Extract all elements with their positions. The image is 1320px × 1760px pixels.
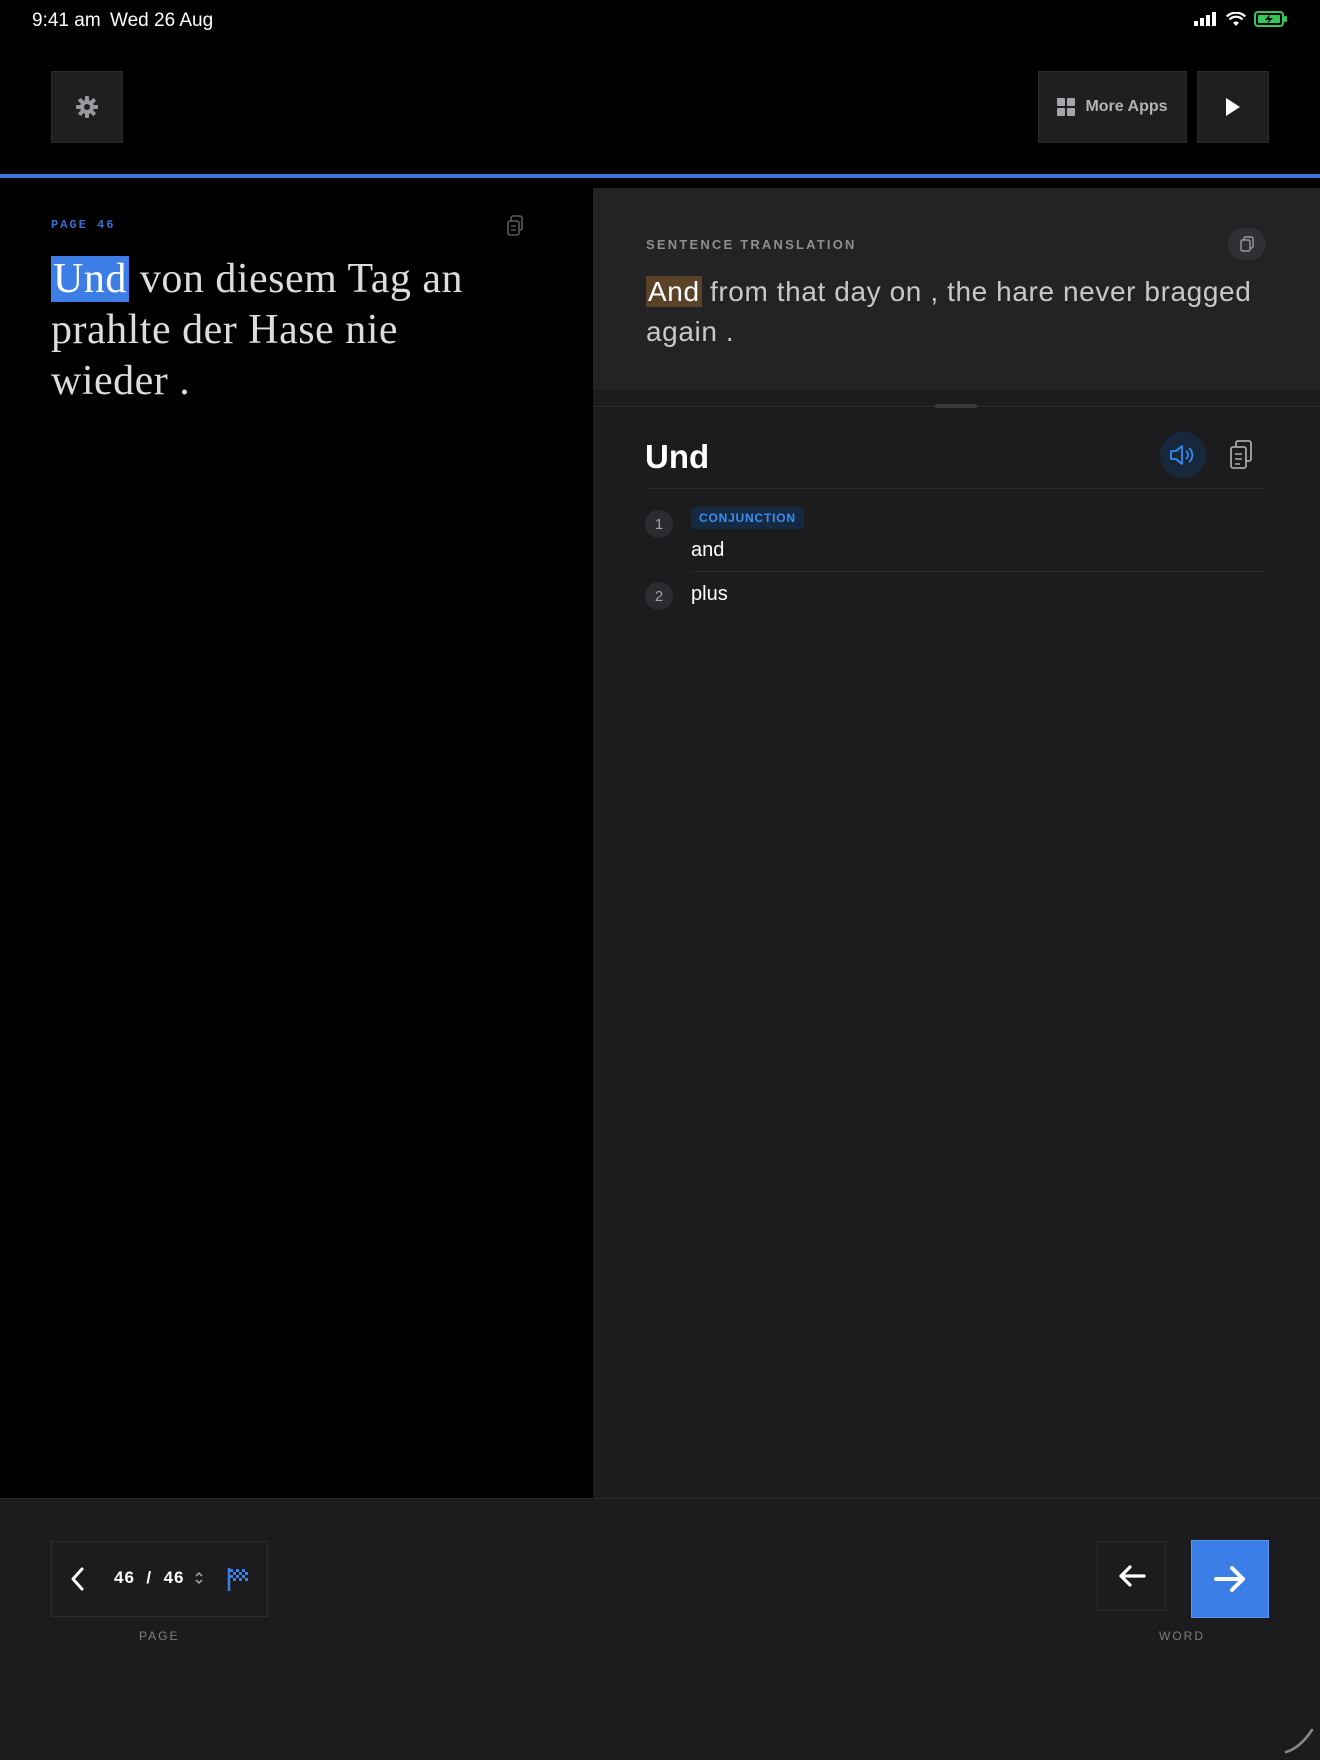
translation-part: again . [646, 316, 735, 347]
selected-word[interactable]: Und [51, 256, 129, 302]
grid-icon [1057, 98, 1076, 116]
sense-number: 2 [645, 582, 673, 610]
detail-panel: SENTENCE TRANSLATION And from that day o… [593, 188, 1320, 1498]
signal-icon [1194, 12, 1216, 26]
page-label: PAGE 46 [51, 218, 116, 232]
translation-text: And from that day on , the hare never br… [646, 272, 1266, 352]
copy-icon[interactable] [1229, 440, 1253, 470]
dictionary-word: Und [645, 438, 710, 475]
pronounce-button[interactable] [1160, 432, 1206, 478]
play-button[interactable] [1197, 71, 1269, 143]
more-apps-label: More Apps [1085, 98, 1168, 115]
page-picker[interactable]: 46 / 46 [114, 1568, 184, 1588]
sentence-punctuation: . [168, 358, 191, 404]
next-word-button[interactable] [1192, 1541, 1268, 1617]
page-separator: / [146, 1568, 153, 1587]
sense-meaning: plus [691, 583, 728, 605]
more-apps-button[interactable]: More Apps [1038, 71, 1187, 143]
source-sentence[interactable]: Und von diesem Tag an prahlte der Hase ni… [51, 254, 551, 407]
translation-card: SENTENCE TRANSLATION And from that day o… [593, 188, 1320, 390]
status-icons [1194, 11, 1288, 27]
part-of-speech-badge: CONJUNCTION [691, 507, 804, 529]
sentence-part[interactable]: prahlte der Hase nie [51, 307, 398, 353]
bottom-bar: 46 / 46 PAGE WORD [0, 1498, 1320, 1760]
scribble-corner-icon [1284, 1728, 1314, 1754]
wifi-icon [1226, 11, 1246, 26]
reader-pane: PAGE 46 Und von diesem Tag an prahlte der… [0, 178, 593, 1498]
page-current: 46 [114, 1568, 135, 1587]
sense-number: 1 [645, 510, 673, 538]
page-navigator: 46 / 46 [51, 1541, 268, 1617]
divider [691, 571, 1265, 572]
chevron-up-down-icon[interactable] [194, 1569, 204, 1587]
sense-meaning: and [691, 539, 725, 561]
gear-icon [76, 96, 98, 118]
sentence-part[interactable]: von diesem Tag an [129, 256, 463, 302]
play-icon [1226, 98, 1240, 116]
copy-translation-button[interactable] [1228, 228, 1266, 260]
settings-button[interactable] [51, 71, 123, 143]
speaker-icon [1170, 445, 1194, 465]
resize-handle[interactable] [935, 404, 977, 408]
chevron-left-icon[interactable] [70, 1566, 86, 1592]
translation-part: from that day on , the hare never bragge… [701, 276, 1252, 307]
word-nav-label: WORD [1159, 1629, 1205, 1643]
status-time: 9:41 am [32, 10, 101, 31]
status-bar: 9:41 am Wed 26 Aug [0, 0, 1320, 40]
battery-icon [1254, 11, 1287, 27]
status-date: Wed 26 Aug [110, 10, 214, 31]
sentence-part[interactable]: wieder [51, 358, 168, 404]
page-total: 46 [163, 1568, 185, 1587]
copy-icon[interactable] [506, 215, 524, 237]
translated-word-highlight: And [646, 276, 702, 307]
copy-icon [1240, 235, 1254, 252]
translation-heading: SENTENCE TRANSLATION [646, 237, 857, 252]
previous-word-button[interactable] [1097, 1541, 1166, 1611]
page-nav-label: PAGE [139, 1629, 180, 1643]
arrow-left-icon [1118, 1565, 1146, 1587]
finish-flag-icon[interactable] [226, 1566, 250, 1592]
arrow-right-icon [1214, 1566, 1245, 1592]
divider [645, 488, 1265, 489]
